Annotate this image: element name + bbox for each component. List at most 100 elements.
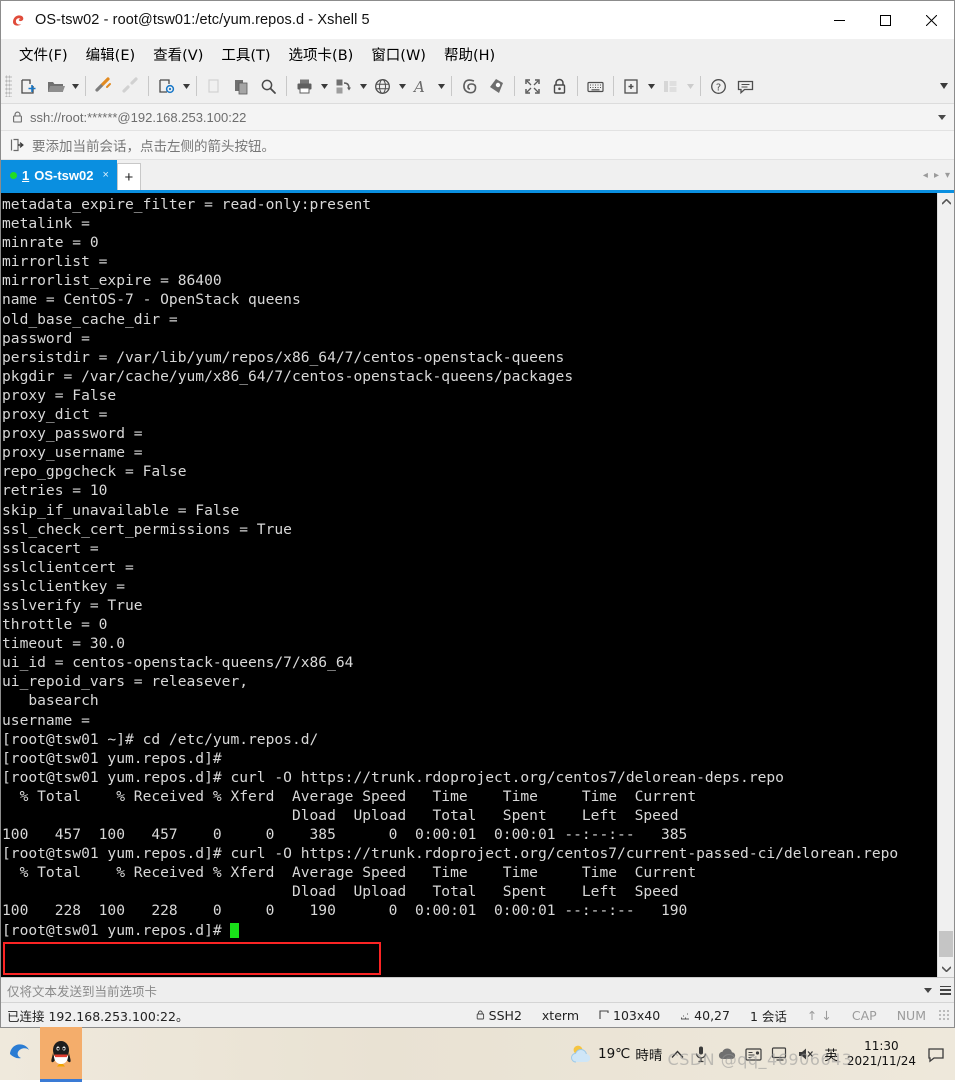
copy-icon	[201, 73, 228, 99]
address-bar[interactable]: ssh://root:******@192.168.253.100:22	[1, 104, 954, 131]
session-properties-icon[interactable]	[153, 73, 180, 99]
toolbar-separator	[85, 76, 86, 96]
maximize-button[interactable]	[862, 1, 908, 39]
menu-bar: 文件(F) 编辑(E) 查看(V) 工具(T) 选项卡(B) 窗口(W) 帮助(…	[1, 39, 954, 69]
scroll-up-button[interactable]	[938, 193, 954, 210]
xshell-app-icon	[10, 12, 27, 29]
tab-status-dot	[10, 171, 17, 179]
microphone-icon[interactable]	[693, 1045, 709, 1063]
open-folder-dropdown[interactable]	[69, 73, 81, 99]
title-bar-left: OS-tsw02 - root@tsw01:/etc/yum.repos.d -…	[1, 12, 816, 29]
notification-icon[interactable]	[925, 1043, 947, 1065]
scrollbar-track[interactable]	[938, 210, 954, 960]
send-to-dropdown[interactable]	[924, 985, 932, 996]
terminal-cursor	[230, 922, 240, 938]
menu-help[interactable]: 帮助(H)	[436, 40, 503, 69]
globe-icon[interactable]	[369, 73, 396, 99]
menu-tabs[interactable]: 选项卡(B)	[281, 40, 362, 69]
scrollbar-thumb[interactable]	[939, 931, 953, 957]
taskbar-qq-icon[interactable]	[40, 1026, 82, 1082]
close-button[interactable]	[908, 1, 954, 39]
menu-tools[interactable]: 工具(T)	[213, 40, 278, 69]
tab-next-button[interactable]: ▸	[934, 170, 939, 181]
hint-bar: 要添加当前会话，点击左侧的箭头按钮。	[1, 131, 954, 160]
toolbar-overflow-button[interactable]	[940, 69, 948, 103]
new-tab-button[interactable]: +	[116, 163, 141, 190]
status-bar: 已连接 192.168.253.100:22。 SSH2 xterm 103x4…	[1, 1002, 954, 1027]
feedback-icon[interactable]	[732, 73, 759, 99]
ime-tray-icon[interactable]	[745, 1047, 762, 1062]
add-to-folder-dropdown[interactable]	[645, 73, 657, 99]
status-terminal-type: xterm	[541, 1007, 579, 1023]
add-session-arrow-icon[interactable]	[10, 138, 24, 152]
clock-time: 11:30	[864, 1039, 899, 1053]
print-dropdown[interactable]	[318, 73, 330, 99]
log-icon[interactable]	[456, 73, 483, 99]
session-properties-dropdown[interactable]	[180, 73, 192, 99]
cloud-icon[interactable]	[718, 1046, 736, 1062]
tab-close-icon[interactable]: ×	[100, 169, 110, 181]
add-to-folder-icon[interactable]	[618, 73, 645, 99]
menu-view[interactable]: 查看(V)	[145, 40, 211, 69]
svg-text:?: ?	[716, 82, 721, 93]
status-sessions: 1 会话	[749, 1008, 787, 1024]
help-icon[interactable]: ?	[705, 73, 732, 99]
status-cursor-cell: 40,27	[670, 1008, 740, 1023]
clock-date: 2021/11/24	[846, 1054, 916, 1068]
file-transfer-icon[interactable]	[330, 73, 357, 99]
keyboard-icon[interactable]	[582, 73, 609, 99]
toolbar-separator	[148, 76, 149, 96]
find-icon[interactable]	[255, 73, 282, 99]
paste-icon[interactable]	[228, 73, 255, 99]
minimize-button[interactable]	[816, 1, 862, 39]
connect-icon[interactable]	[90, 73, 117, 99]
send-bar-menu-icon[interactable]	[940, 985, 951, 995]
menu-edit[interactable]: 编辑(E)	[78, 40, 143, 69]
display-icon[interactable]	[771, 1046, 788, 1062]
weather-widget[interactable]: 19℃ 時晴	[569, 1042, 662, 1066]
status-caps-lock: CAP	[851, 1007, 877, 1023]
resize-icon	[599, 1010, 609, 1020]
print-icon[interactable]	[291, 73, 318, 99]
disconnect-icon	[117, 73, 144, 99]
layout-icon	[657, 73, 684, 99]
address-dropdown-button[interactable]	[938, 104, 946, 130]
resize-grip[interactable]	[938, 1009, 950, 1021]
status-protocol-cell: SSH2	[466, 1008, 532, 1023]
new-session-icon[interactable]	[15, 73, 42, 99]
font-dropdown[interactable]	[435, 73, 447, 99]
toolbar-grip[interactable]	[5, 75, 12, 97]
tray-expand-button[interactable]	[671, 1050, 684, 1059]
volume-icon[interactable]	[797, 1046, 815, 1062]
status-num-lock: NUM	[896, 1007, 926, 1023]
xshell-window: OS-tsw02 - root@tsw01:/etc/yum.repos.d -…	[0, 0, 955, 1028]
toolbar: A ?	[1, 69, 954, 104]
terminal-scrollbar[interactable]	[937, 193, 954, 977]
menu-file[interactable]: 文件(F)	[11, 40, 76, 69]
ime-language-indicator[interactable]: 英	[824, 1044, 838, 1064]
taskbar-clock[interactable]: 11:30 2021/11/24	[847, 1039, 916, 1069]
file-transfer-dropdown[interactable]	[357, 73, 369, 99]
tab-list-button[interactable]: ▾	[945, 170, 950, 181]
lock-icon	[12, 111, 23, 123]
menu-window[interactable]: 窗口(W)	[363, 40, 434, 69]
status-size: 103x40	[613, 1007, 661, 1023]
lock-icon[interactable]	[546, 73, 573, 99]
taskbar-edge-icon[interactable]	[0, 1028, 40, 1080]
tab-os-tsw02[interactable]: 1 OS-tsw02 ×	[1, 160, 117, 190]
terminal-screen[interactable]: metadata_expire_filter = read-only:prese…	[1, 193, 937, 977]
scroll-down-button[interactable]	[938, 960, 954, 977]
status-connection: 已连接 192.168.253.100:22。	[7, 1008, 189, 1024]
globe-dropdown[interactable]	[396, 73, 408, 99]
tab-prev-button[interactable]: ◂	[923, 170, 928, 181]
window-title: OS-tsw02 - root@tsw01:/etc/yum.repos.d -…	[35, 12, 370, 28]
open-folder-icon[interactable]	[42, 73, 69, 99]
font-icon[interactable]: A	[408, 73, 435, 99]
weather-icon	[569, 1042, 593, 1066]
tab-bar: 1 OS-tsw02 × + ◂ ▸ ▾	[1, 160, 954, 190]
tab-label: OS-tsw02	[34, 167, 94, 183]
send-to-bar[interactable]: 仅将文本发送到当前选项卡	[1, 977, 954, 1002]
tab-bar-controls: ◂ ▸ ▾	[923, 160, 950, 190]
fullscreen-icon[interactable]	[519, 73, 546, 99]
trace-icon[interactable]	[483, 73, 510, 99]
